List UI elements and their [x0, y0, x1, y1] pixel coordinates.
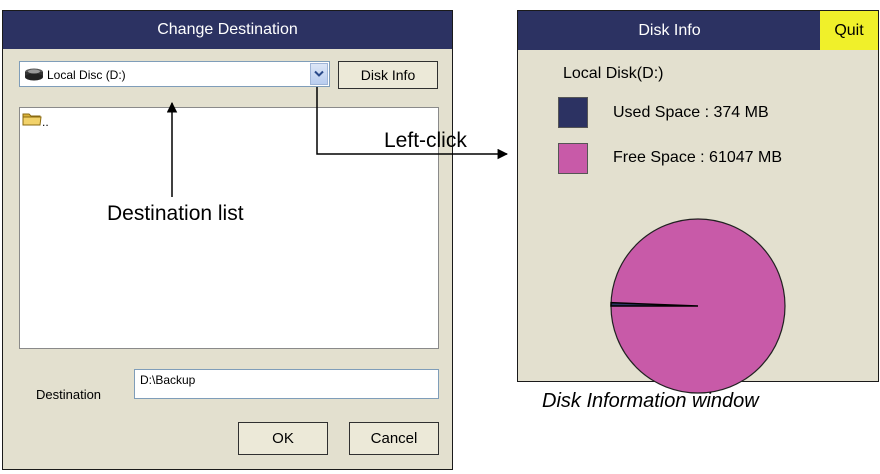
arrow-left-click — [316, 87, 509, 160]
annotation-arrows — [166, 87, 509, 197]
